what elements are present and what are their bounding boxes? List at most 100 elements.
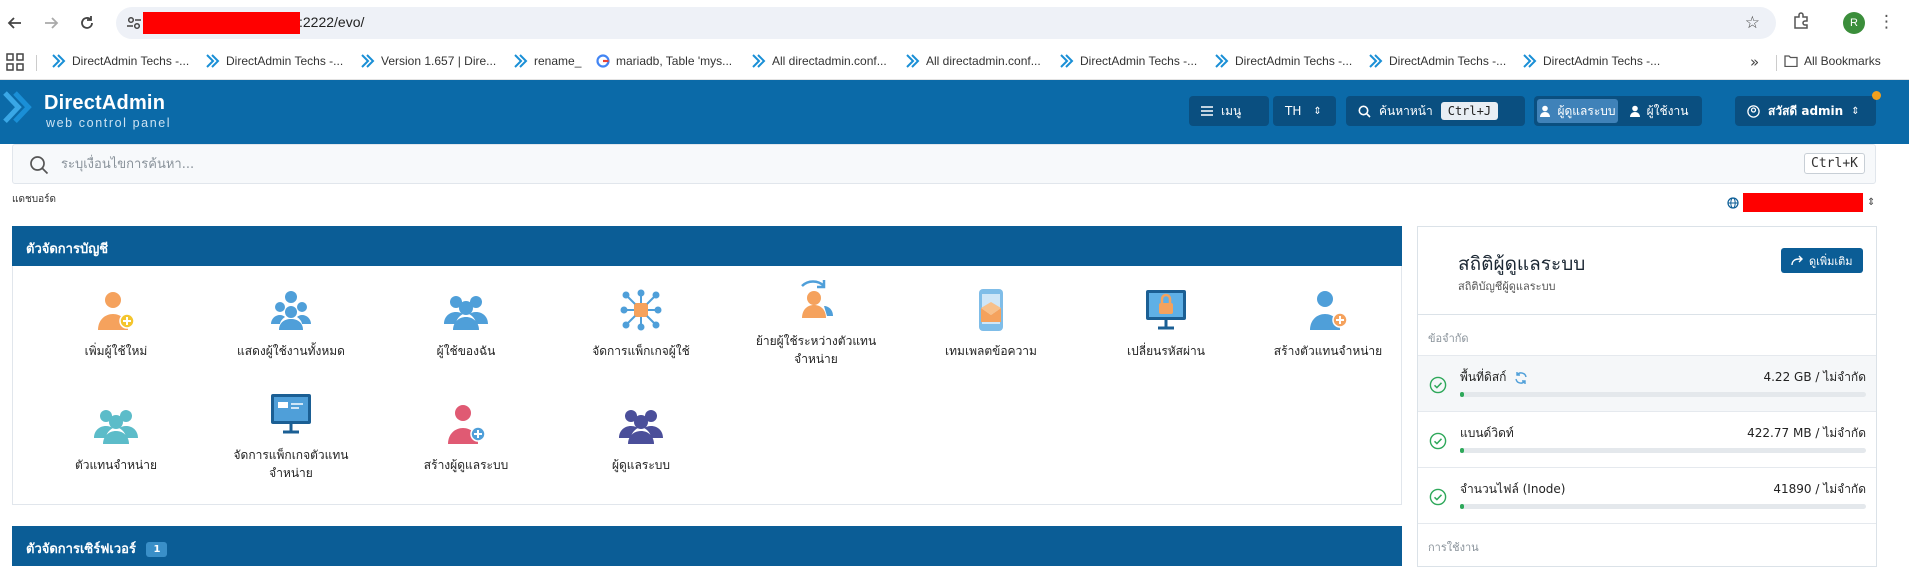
lock-monitor-icon [1146, 290, 1186, 330]
shortcut-badge: Ctrl+J [1440, 102, 1499, 120]
more-menu-icon[interactable]: ⋮ [1878, 12, 1895, 32]
reseller-package-icon [271, 394, 311, 434]
role-switcher: ผู้ดูแลระบบ ผู้ใช้งาน [1534, 96, 1702, 126]
tile-move-users[interactable]: ย้ายผู้ใช้ระหว่างตัวแทนจำหน่าย [728, 278, 904, 368]
bookmark-label: Version 1.657 | Dire... [381, 54, 497, 68]
back-icon[interactable] [2, 10, 28, 36]
breadcrumb[interactable]: แดชบอร์ด [12, 192, 56, 207]
tile-label: เพิ่มผู้ใช้ใหม่ [84, 344, 148, 358]
bookmark-item[interactable]: Version 1.657 | Dire... [361, 54, 496, 68]
account-circle-icon [1747, 104, 1760, 118]
tile-reseller-packages[interactable]: จัดการแพ็กเกจตัวแทนจำหน่าย [203, 392, 379, 482]
bookmark-item[interactable]: DirectAdmin Techs -... [1523, 54, 1660, 68]
tile-message-templates[interactable]: เทมเพลตข้อความ [903, 288, 1079, 360]
search-icon [1358, 105, 1371, 118]
extensions-icon[interactable] [1792, 12, 1810, 34]
stat-value: 422.77 MB / ไม่จำกัด [1747, 426, 1866, 440]
tile-label: ตัวแทนจำหน่าย [74, 458, 158, 472]
stat-row-disk: พื้นที่ดิสก์ 4.22 GB / ไม่จำกัด [1418, 355, 1876, 411]
role-user-tab[interactable]: ผู้ใช้งาน [1618, 99, 1699, 123]
usage-section: การใช้งาน [1418, 523, 1876, 567]
stat-label-text: จำนวนไฟล์ (Inode) [1460, 482, 1566, 496]
role-user-label: ผู้ใช้งาน [1646, 103, 1689, 118]
count-badge: 1 [146, 542, 168, 557]
tile-label: แสดงผู้ใช้งานทั้งหมด [237, 344, 345, 358]
tile-add-user[interactable]: เพิ่มผู้ใช้ใหม่ [28, 288, 204, 360]
account-menu-button[interactable]: สวัสดี admin ⇕ [1735, 96, 1876, 126]
apps-grid-icon[interactable] [6, 53, 24, 71]
stat-label: แบนด์วิดท์ [1460, 424, 1514, 443]
tile-change-password[interactable]: เปลี่ยนรหัสผ่าน [1078, 288, 1254, 360]
role-admin-tab[interactable]: ผู้ดูแลระบบ [1537, 99, 1618, 123]
directadmin-logo-icon [3, 91, 32, 124]
bookmark-star-icon[interactable]: ☆ [1745, 13, 1760, 33]
bookmark-item[interactable]: All directadmin.conf... [906, 54, 1041, 68]
site-settings-icon[interactable] [126, 15, 142, 31]
view-more-label: ดูเพิ่มเติม [1809, 254, 1853, 268]
language-label: TH [1285, 104, 1302, 118]
reload-icon[interactable] [74, 10, 100, 36]
tile-user-packages[interactable]: จัดการแพ็กเกจผู้ใช้ [553, 288, 729, 360]
address-bar[interactable]: :2222/evo/ ☆ [116, 7, 1776, 39]
tile-resellers[interactable]: ตัวแทนจำหน่าย [28, 402, 204, 474]
bookmark-item[interactable]: mariadb, Table 'mys... [596, 54, 732, 68]
search-icon [30, 156, 49, 175]
domain-select[interactable]: ⇕ [1727, 193, 1875, 212]
bookmark-item[interactable]: DirectAdmin Techs -... [1369, 54, 1506, 68]
stat-value: 4.22 GB / ไม่จำกัด [1763, 370, 1866, 384]
bookmark-label: rename_ [534, 54, 582, 68]
tile-label: สร้างตัวแทนจำหน่าย [1273, 344, 1383, 358]
users-group-icon [271, 291, 311, 330]
tile-list-users[interactable]: แสดงผู้ใช้งานทั้งหมด [203, 288, 379, 360]
page-search-button[interactable]: ค้นหาหน้า Ctrl+J [1346, 96, 1525, 126]
user-icon [1629, 105, 1640, 117]
role-admin-label: ผู้ดูแลระบบ [1557, 103, 1616, 118]
stat-label: พื้นที่ดิสก์ [1460, 368, 1528, 387]
search-shortcut-badge: Ctrl+K [1804, 153, 1865, 174]
bookmark-item[interactable]: All directadmin.conf... [752, 54, 887, 68]
view-more-button[interactable]: ดูเพิ่มเติม [1781, 248, 1863, 273]
language-select[interactable]: TH ⇕ [1273, 96, 1336, 126]
refresh-icon[interactable] [1514, 371, 1528, 385]
bookmark-item[interactable]: DirectAdmin Techs -... [1215, 54, 1352, 68]
forward-icon[interactable] [38, 10, 64, 36]
create-reseller-icon [1310, 291, 1348, 330]
bookmark-label: mariadb, Table 'mys... [616, 54, 733, 68]
check-circle-icon [1429, 376, 1447, 394]
redacted-domain [1743, 193, 1863, 212]
tile-my-users[interactable]: ผู้ใช้ของฉัน [378, 288, 554, 360]
bookmarks-bar: DirectAdmin Techs -... DirectAdmin Techs… [0, 46, 1909, 80]
tile-label: สร้างผู้ดูแลระบบ [423, 458, 509, 472]
directadmin-favicon-icon [1369, 54, 1383, 68]
global-search: Ctrl+K [12, 144, 1876, 184]
bookmark-label: All directadmin.conf... [926, 54, 1041, 68]
tile-create-admin[interactable]: สร้างผู้ดูแลระบบ [378, 402, 554, 474]
bookmark-label: DirectAdmin Techs -... [72, 54, 190, 68]
bookmark-item[interactable]: rename_ [514, 54, 581, 68]
search-input[interactable] [61, 153, 1761, 175]
tile-label: เทมเพลตข้อความ [945, 344, 1037, 358]
profile-avatar[interactable]: R [1843, 12, 1865, 34]
resellers-icon [94, 410, 138, 444]
bookmark-label: DirectAdmin Techs -... [226, 54, 344, 68]
app-header: DirectAdmin web control panel เมนู TH ⇕ … [0, 80, 1909, 144]
my-users-icon [444, 296, 488, 330]
tile-create-reseller[interactable]: สร้างตัวแทนจำหน่าย [1253, 288, 1403, 360]
menu-button[interactable]: เมนู [1189, 96, 1269, 126]
bookmark-item[interactable]: DirectAdmin Techs -... [1060, 54, 1197, 68]
logo-title: DirectAdmin [44, 92, 166, 114]
all-bookmarks-button[interactable]: All Bookmarks [1784, 54, 1881, 68]
tile-admins[interactable]: ผู้ดูแลระบบ [553, 402, 729, 474]
stat-row-bandwidth: แบนด์วิดท์ 422.77 MB / ไม่จำกัด [1418, 411, 1876, 467]
bookmark-item[interactable]: DirectAdmin Techs -... [52, 54, 189, 68]
bookmark-item[interactable]: DirectAdmin Techs -... [206, 54, 343, 68]
usage-bar-fill [1460, 504, 1465, 509]
usage-section-label: การใช้งาน [1428, 541, 1479, 554]
server-manager-header[interactable]: ตัวจัดการเซิร์ฟเวอร์ 1 [12, 526, 1402, 566]
bookmarks-overflow-icon[interactable]: » [1750, 53, 1759, 71]
stat-label: จำนวนไฟล์ (Inode) [1460, 480, 1565, 499]
create-admin-icon [448, 405, 486, 444]
check-circle-icon [1429, 488, 1447, 506]
account-manager-header[interactable]: ตัวจัดการบัญชี [12, 226, 1402, 266]
bookmarks-divider [1776, 55, 1777, 71]
